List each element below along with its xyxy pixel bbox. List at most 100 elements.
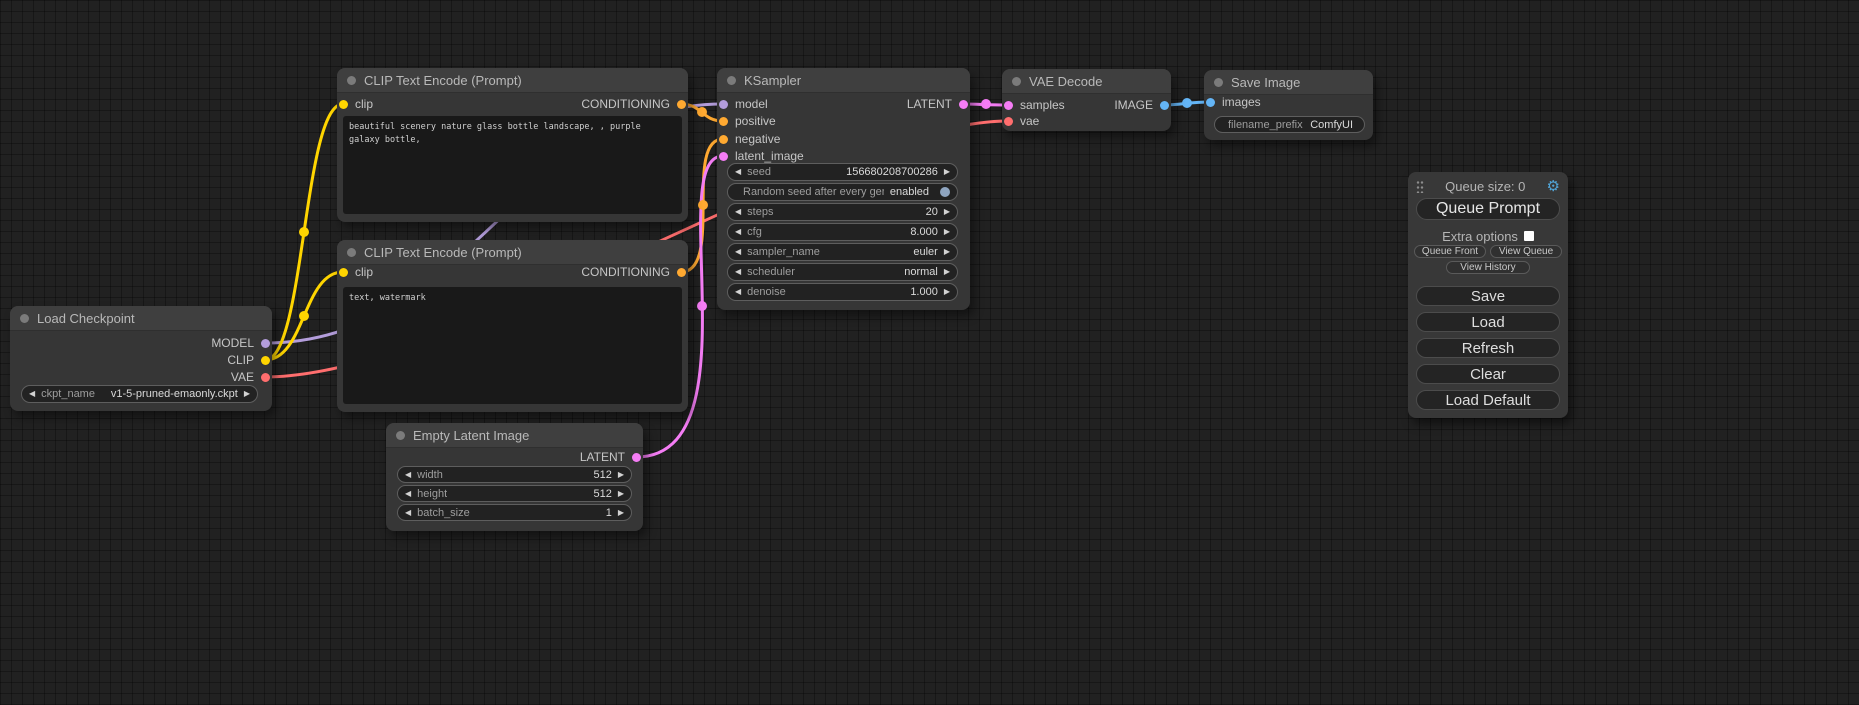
vae-output-dot[interactable] [261,373,270,382]
output-slot-latent[interactable]: LATENT [580,449,641,465]
node-title-bar[interactable]: Load Checkpoint [10,306,272,331]
gear-icon[interactable]: ⚙ [1547,179,1560,194]
prev-value-arrow-icon[interactable]: ◀ [29,390,35,398]
node-title-bar[interactable]: CLIP Text Encode (Prompt) [337,240,688,265]
next-value-arrow-icon[interactable]: ▶ [944,268,950,276]
filename-prefix-widget[interactable]: filename_prefix ComfyUI [1214,116,1365,133]
queue-panel[interactable]: Queue size: 0 ⚙ Queue Prompt Extra optio… [1408,172,1568,418]
node-title-bar[interactable]: CLIP Text Encode (Prompt) [337,68,688,93]
cfg-widget[interactable]: ◀ cfg 8.000 ▶ [727,223,958,241]
drag-handle-icon[interactable] [1416,180,1424,193]
node-clip-text-encode-positive[interactable]: CLIP Text Encode (Prompt) clip CONDITION… [337,68,688,222]
save-button[interactable]: Save [1416,286,1560,306]
toggle-icon[interactable] [940,187,950,197]
node-clip-text-encode-negative[interactable]: CLIP Text Encode (Prompt) clip CONDITION… [337,240,688,412]
prompt-textarea[interactable]: text, watermark [343,287,682,404]
output-slot-conditioning[interactable]: CONDITIONING [581,96,686,112]
ckpt-name-widget[interactable]: ◀ ckpt_name v1-5-pruned-emaonly.ckpt ▶ [21,385,258,403]
increment-arrow-icon[interactable]: ▶ [944,228,950,236]
clip-input-dot[interactable] [339,268,348,277]
image-input-dot[interactable] [1206,98,1215,107]
link-midpoint-dot[interactable] [698,200,708,210]
conditioning-input-dot[interactable] [719,117,728,126]
node-title-bar[interactable]: KSampler [717,68,970,93]
next-value-arrow-icon[interactable]: ▶ [244,390,250,398]
queue-front-button[interactable]: Queue Front [1414,245,1486,258]
node-ksampler[interactable]: KSampler model positive negative latent_… [717,68,970,310]
input-slot-positive[interactable]: positive [719,113,776,129]
input-slot-latent-image[interactable]: latent_image [719,148,804,164]
increment-arrow-icon[interactable]: ▶ [618,471,624,479]
latent-output-dot[interactable] [959,100,968,109]
input-slot-vae[interactable]: vae [1004,113,1039,129]
output-slot-model[interactable]: MODEL [211,335,270,351]
seed-widget[interactable]: ◀ seed 156680208700286 ▶ [727,163,958,181]
view-history-button[interactable]: View History [1446,261,1530,274]
clear-button[interactable]: Clear [1416,364,1560,384]
prev-value-arrow-icon[interactable]: ◀ [735,248,741,256]
input-slot-negative[interactable]: negative [719,131,780,147]
model-input-dot[interactable] [719,100,728,109]
link-midpoint-dot[interactable] [1182,98,1192,108]
link-midpoint-dot[interactable] [697,107,707,117]
output-slot-latent[interactable]: LATENT [907,96,968,112]
random-seed-toggle-widget[interactable]: Random seed after every gen enabled [727,183,958,201]
decrement-arrow-icon[interactable]: ◀ [735,208,741,216]
view-queue-button[interactable]: View Queue [1490,245,1562,258]
node-empty-latent-image[interactable]: Empty Latent Image LATENT ◀ width 512 ▶ … [386,423,643,531]
input-slot-clip[interactable]: clip [339,264,373,280]
latent-output-dot[interactable] [632,453,641,462]
output-slot-vae[interactable]: VAE [231,369,270,385]
prev-value-arrow-icon[interactable]: ◀ [735,268,741,276]
node-vae-decode[interactable]: VAE Decode samples vae IMAGE [1002,69,1171,131]
batch-size-widget[interactable]: ◀ batch_size 1 ▶ [397,504,632,521]
steps-widget[interactable]: ◀ steps 20 ▶ [727,203,958,221]
decrement-arrow-icon[interactable]: ◀ [735,228,741,236]
increment-arrow-icon[interactable]: ▶ [944,208,950,216]
conditioning-output-dot[interactable] [677,100,686,109]
decrement-arrow-icon[interactable]: ◀ [405,490,411,498]
input-slot-images[interactable]: images [1206,94,1261,110]
link-midpoint-dot[interactable] [299,227,309,237]
increment-arrow-icon[interactable]: ▶ [618,509,624,517]
extra-options-checkbox[interactable] [1524,231,1534,241]
input-slot-samples[interactable]: samples [1004,97,1065,113]
decrement-arrow-icon[interactable]: ◀ [405,471,411,479]
increment-arrow-icon[interactable]: ▶ [944,288,950,296]
output-slot-clip[interactable]: CLIP [227,352,270,368]
node-load-checkpoint[interactable]: Load Checkpoint MODEL CLIP VAE ◀ ckpt_na… [10,306,272,411]
conditioning-output-dot[interactable] [677,268,686,277]
scheduler-widget[interactable]: ◀ scheduler normal ▶ [727,263,958,281]
link-midpoint-dot[interactable] [299,311,309,321]
node-save-image[interactable]: Save Image images filename_prefix ComfyU… [1204,70,1373,140]
latent-input-dot[interactable] [1004,101,1013,110]
height-widget[interactable]: ◀ height 512 ▶ [397,485,632,502]
latent-input-dot[interactable] [719,152,728,161]
comfyui-graph-canvas[interactable]: Load Checkpoint MODEL CLIP VAE ◀ ckpt_na… [0,0,1859,705]
clip-output-dot[interactable] [261,356,270,365]
node-title-bar[interactable]: VAE Decode [1002,69,1171,94]
increment-arrow-icon[interactable]: ▶ [944,168,950,176]
node-title-bar[interactable]: Empty Latent Image [386,423,643,448]
load-button[interactable]: Load [1416,312,1560,332]
queue-prompt-button[interactable]: Queue Prompt [1416,198,1560,220]
denoise-widget[interactable]: ◀ denoise 1.000 ▶ [727,283,958,301]
conditioning-input-dot[interactable] [719,135,728,144]
link-midpoint-dot[interactable] [697,301,707,311]
refresh-button[interactable]: Refresh [1416,338,1560,358]
sampler-name-widget[interactable]: ◀ sampler_name euler ▶ [727,243,958,261]
prompt-textarea[interactable]: beautiful scenery nature glass bottle la… [343,116,682,214]
load-default-button[interactable]: Load Default [1416,390,1560,410]
input-slot-clip[interactable]: clip [339,96,373,112]
link-midpoint-dot[interactable] [981,99,991,109]
output-slot-conditioning[interactable]: CONDITIONING [581,264,686,280]
model-output-dot[interactable] [261,339,270,348]
decrement-arrow-icon[interactable]: ◀ [405,509,411,517]
node-title-bar[interactable]: Save Image [1204,70,1373,95]
decrement-arrow-icon[interactable]: ◀ [735,168,741,176]
increment-arrow-icon[interactable]: ▶ [618,490,624,498]
clip-input-dot[interactable] [339,100,348,109]
width-widget[interactable]: ◀ width 512 ▶ [397,466,632,483]
next-value-arrow-icon[interactable]: ▶ [944,248,950,256]
vae-input-dot[interactable] [1004,117,1013,126]
